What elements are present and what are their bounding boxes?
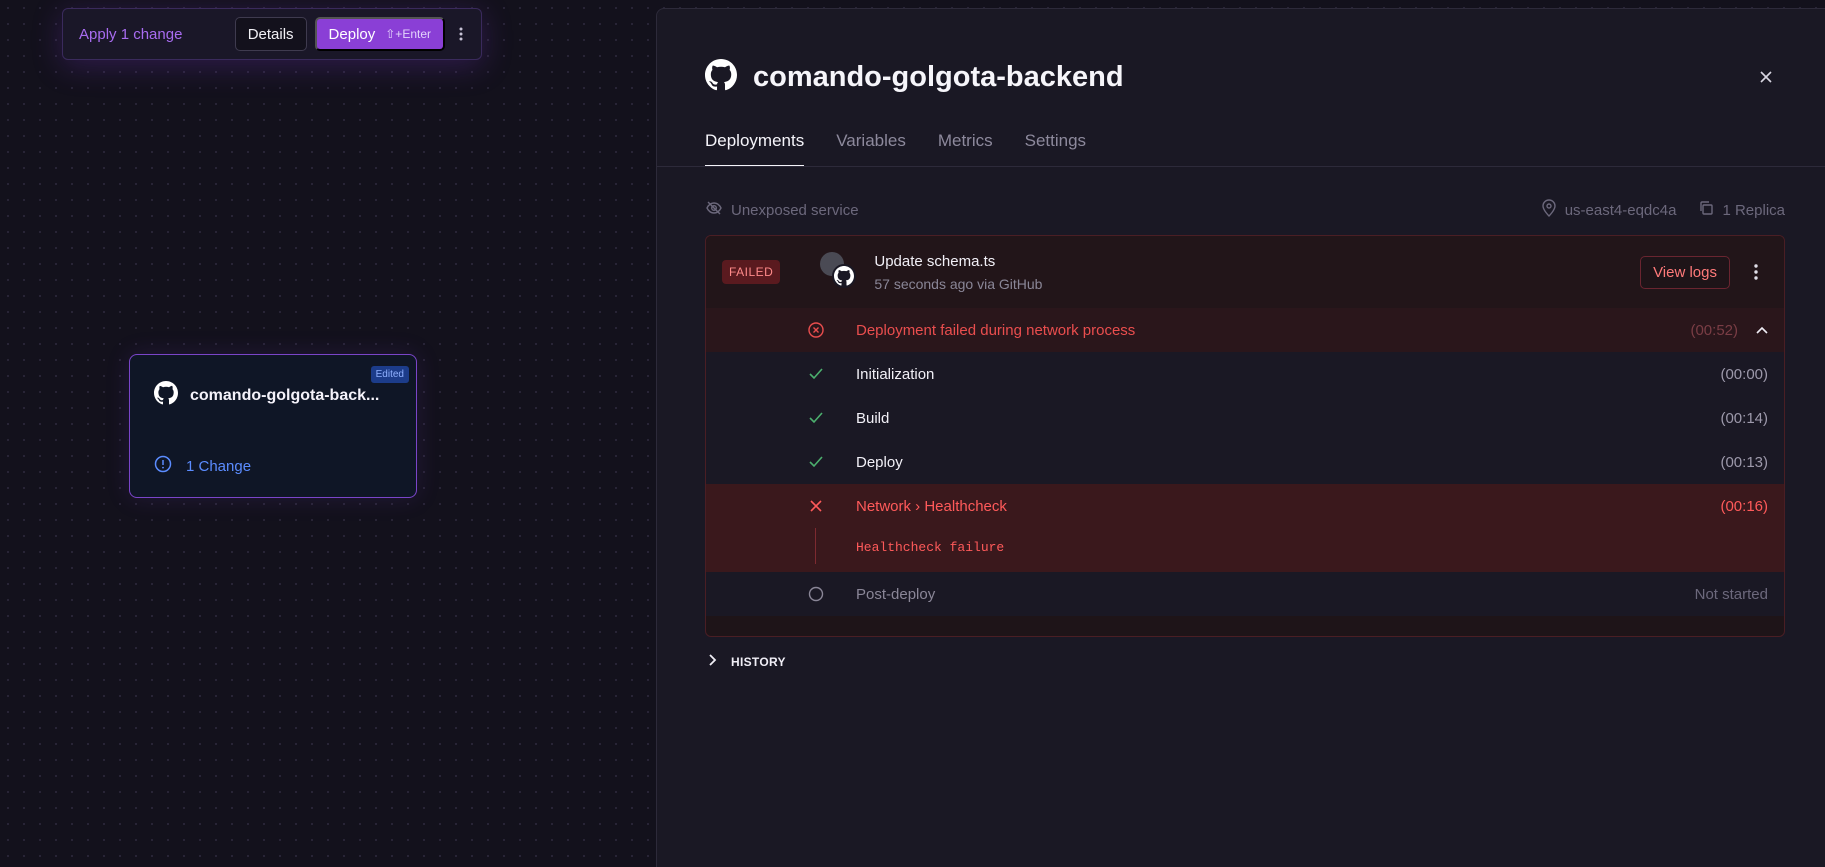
check-icon: [806, 368, 826, 380]
step-row-post-deploy: Post-deploy Not started: [706, 572, 1784, 616]
history-toggle[interactable]: HISTORY: [709, 654, 786, 669]
map-pin-icon: [1541, 199, 1557, 221]
deploy-shortcut-hint: ⇧+Enter: [385, 27, 431, 41]
step-name: Post-deploy: [856, 585, 936, 603]
chevron-up-icon[interactable]: [1756, 326, 1768, 334]
copy-icon: [1698, 200, 1714, 220]
step-name: Build: [856, 409, 890, 427]
deploy-button[interactable]: Deploy ⇧+Enter: [314, 17, 445, 51]
step-name: Deploy: [856, 453, 903, 471]
step-row-deploy: Deploy (00:13): [706, 440, 1784, 484]
chevron-right-icon: [709, 654, 717, 669]
service-card[interactable]: Edited comando-golgota-back... 1 Change: [129, 354, 417, 498]
region-label[interactable]: us-east4-eqdc4a: [1565, 202, 1677, 219]
pending-circle-icon: [806, 586, 826, 602]
service-detail-panel: comando-golgota-backend Deployments Vari…: [656, 8, 1825, 867]
github-icon: [705, 59, 737, 96]
step-row-healthcheck[interactable]: Network › Healthcheck (00:16): [706, 484, 1784, 528]
deploy-button-label: Deploy: [328, 25, 376, 43]
x-icon: [806, 500, 826, 512]
pending-change-indicator: 1 Change: [154, 455, 251, 477]
github-icon: [154, 381, 178, 410]
replica-count[interactable]: 1 Replica: [1722, 202, 1785, 219]
step-time: (00:16): [1720, 497, 1768, 515]
page-title: comando-golgota-backend: [753, 61, 1124, 93]
check-icon: [806, 412, 826, 424]
deployment-card: FAILED Update schema.ts 57 seconds ago v…: [705, 235, 1785, 637]
step-time: Not started: [1694, 585, 1768, 603]
service-card-title: comando-golgota-back...: [190, 386, 380, 404]
avatar: [820, 252, 860, 292]
info-icon: [154, 455, 172, 477]
more-options-icon[interactable]: [1744, 264, 1768, 280]
tab-settings[interactable]: Settings: [1025, 131, 1086, 167]
error-message: Healthcheck failure: [856, 539, 1005, 555]
status-badge: FAILED: [722, 260, 781, 284]
staged-changes-bar: Apply 1 change Details Deploy ⇧+Enter: [62, 8, 482, 60]
service-meta: Unexposed service us-east4-eqdc4a 1 Repl…: [705, 199, 1785, 221]
step-time: (00:13): [1720, 453, 1768, 471]
error-circle-icon: [806, 322, 826, 338]
deployment-header: FAILED Update schema.ts 57 seconds ago v…: [706, 236, 1784, 308]
tab-variables[interactable]: Variables: [836, 131, 906, 167]
check-icon: [806, 456, 826, 468]
tab-deployments[interactable]: Deployments: [705, 131, 805, 167]
failure-summary-time: (00:52): [1690, 321, 1738, 339]
view-logs-button[interactable]: View logs: [1640, 255, 1730, 289]
more-options-icon[interactable]: [451, 27, 471, 41]
step-time: (00:00): [1720, 365, 1768, 383]
change-count-text: 1 Change: [186, 457, 252, 475]
step-time: (00:14): [1720, 409, 1768, 427]
detail-connector-line: [815, 528, 816, 564]
step-error-detail: Healthcheck failure: [706, 528, 1784, 572]
commit-message[interactable]: Update schema.ts: [874, 253, 1640, 270]
tabs-divider: [657, 166, 1825, 167]
details-button[interactable]: Details: [234, 17, 307, 51]
failure-summary-row[interactable]: Deployment failed during network process…: [706, 308, 1784, 352]
tab-metrics[interactable]: Metrics: [938, 131, 993, 167]
step-name: Network › Healthcheck: [856, 497, 1007, 515]
step-row-initialization: Initialization (00:00): [706, 352, 1784, 396]
failure-summary-text: Deployment failed during network process: [856, 321, 1136, 339]
apply-changes-label[interactable]: Apply 1 change: [79, 26, 235, 43]
tab-bar: Deployments Variables Metrics Settings: [705, 131, 1086, 167]
history-label: HISTORY: [731, 654, 786, 669]
exposure-status: Unexposed service: [731, 201, 859, 219]
close-icon[interactable]: [1759, 67, 1773, 90]
github-icon: [832, 264, 857, 288]
step-row-build: Build (00:14): [706, 396, 1784, 440]
commit-meta: 57 seconds ago via GitHub: [874, 275, 1043, 292]
step-name: Initialization: [856, 365, 935, 383]
eye-off-icon: [705, 199, 723, 221]
